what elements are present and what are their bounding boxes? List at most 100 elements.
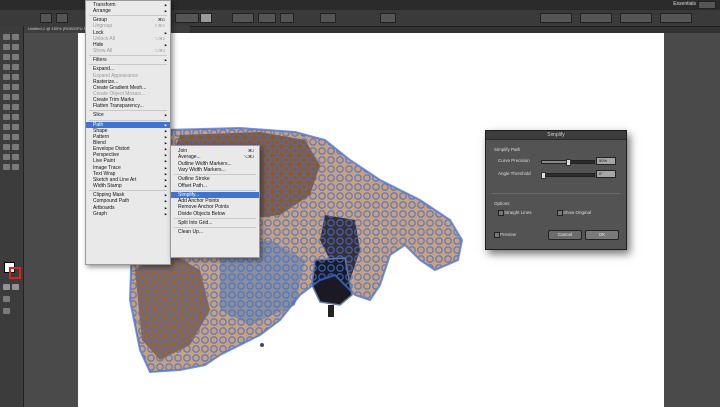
width-tool-icon[interactable] (3, 104, 10, 110)
style-field[interactable] (258, 13, 276, 23)
menu-item-filters[interactable]: Filters ▶ (86, 57, 170, 63)
menu-item-rasterize[interactable]: Rasterize... (86, 79, 170, 85)
paintbrush-tool-icon[interactable] (12, 74, 19, 80)
gradient-mode-icon[interactable] (12, 284, 19, 290)
menu-item-flatten-transparency[interactable]: Flatten Transparency... (86, 103, 170, 109)
eyedropper-tool-icon[interactable] (3, 134, 10, 140)
menu-item-text-wrap[interactable]: Text Wrap ▶ (86, 171, 170, 177)
pencil-tool-icon[interactable] (3, 84, 10, 90)
angle-threshold-handle[interactable] (541, 172, 546, 179)
fill-swatch[interactable] (40, 13, 52, 23)
opacity-field[interactable] (280, 13, 294, 23)
artboard-tool-icon[interactable] (3, 154, 10, 160)
menu-item-width-stamp[interactable]: Width Stamp ▶ (86, 183, 170, 189)
stroke-color-icon[interactable] (9, 267, 21, 279)
menu-item-join[interactable]: Join ⌘J (171, 148, 259, 154)
menu-item-create-trim-marks[interactable]: Create Trim Marks (86, 97, 170, 103)
rotate-tool-icon[interactable] (3, 94, 10, 100)
brush-field[interactable] (232, 13, 254, 23)
menu-item-remove-anchor-points[interactable]: Remove Anchor Points (171, 204, 259, 210)
draw-mode-icon[interactable] (3, 296, 10, 302)
menu-item-clipping-mask[interactable]: Clipping Mask ▶ (86, 192, 170, 198)
menu-item-ungroup: Ungroup ⇧⌘G (86, 23, 170, 29)
stroke-weight-field[interactable] (175, 13, 199, 23)
submenu-arrow-icon: ▶ (164, 159, 167, 164)
search-input[interactable] (698, 1, 716, 9)
menu-item-slice[interactable]: Slice ▶ (86, 112, 170, 118)
lasso-tool-icon[interactable] (12, 44, 19, 50)
menu-separator (174, 189, 256, 191)
menu-item-path[interactable]: Path ▶ (86, 121, 170, 128)
color-mode-icon[interactable] (3, 284, 10, 290)
mesh-tool-icon[interactable] (3, 124, 10, 130)
y-field[interactable] (580, 13, 612, 23)
curvature-tool-icon[interactable] (12, 54, 19, 60)
menu-item-divide-objects-below[interactable]: Divide Objects Below (171, 211, 259, 217)
eraser-tool-icon[interactable] (12, 84, 19, 90)
type-tool-icon[interactable] (3, 64, 10, 70)
scale-tool-icon[interactable] (12, 94, 19, 100)
free-transform-tool-icon[interactable] (12, 104, 19, 110)
pen-tool-icon[interactable] (3, 54, 10, 60)
menu-item-graph[interactable]: Graph ▶ (86, 211, 170, 217)
angle-threshold-field[interactable]: 0° (596, 170, 616, 178)
menu-item-compound-path[interactable]: Compound Path ▶ (86, 198, 170, 204)
variable-width-field[interactable] (200, 13, 212, 23)
shape-builder-tool-icon[interactable] (3, 114, 10, 120)
dialog-title-bar[interactable]: Simplify (486, 131, 626, 140)
menu-item-simplify[interactable]: Simplify... (171, 191, 259, 198)
menu-item-live-paint[interactable]: Live Paint ▶ (86, 158, 170, 164)
menu-item-image-trace[interactable]: Image Trace ▶ (86, 165, 170, 171)
symbol-sprayer-tool-icon[interactable] (3, 144, 10, 150)
curve-precision-handle[interactable] (566, 159, 571, 166)
ok-button[interactable]: OK (585, 230, 619, 240)
x-field[interactable] (540, 13, 572, 23)
zoom-tool-icon[interactable] (12, 164, 19, 170)
curve-precision-field[interactable]: 50% (596, 157, 616, 165)
transform-button[interactable] (380, 13, 396, 23)
stroke-swatch[interactable] (56, 13, 68, 23)
gradient-tool-icon[interactable] (12, 124, 19, 130)
menu-item-arrange[interactable]: Arrange ▶ (86, 8, 170, 14)
menu-item-shape[interactable]: Shape ▶ (86, 128, 170, 134)
angle-threshold-slider[interactable] (541, 172, 595, 179)
menu-separator (89, 55, 167, 57)
menu-item-sketch-and-line-art[interactable]: Sketch and Line Art ▶ (86, 177, 170, 183)
perspective-grid-tool-icon[interactable] (12, 114, 19, 120)
menu-item-artboards[interactable]: Artboards ▶ (86, 205, 170, 211)
menu-item-add-anchor-points[interactable]: Add Anchor Points (171, 198, 259, 204)
slice-tool-icon[interactable] (12, 154, 19, 160)
selection-tool-icon[interactable] (3, 34, 10, 40)
hand-tool-icon[interactable] (3, 164, 10, 170)
menu-item-average[interactable]: Average... ⌥⌘J (171, 154, 259, 160)
height-field[interactable] (660, 13, 692, 23)
workspace-switcher[interactable]: Essentials (673, 1, 696, 7)
menu-item-group[interactable]: Group ⌘G (86, 17, 170, 23)
menu-item-vary-width-markers[interactable]: Vary Width Markers... (171, 167, 259, 173)
menu-item-perspective[interactable]: Perspective ▶ (86, 152, 170, 158)
menu-item-outline-stroke[interactable]: Outline Stroke (171, 176, 259, 182)
width-field[interactable] (620, 13, 652, 23)
menu-item-lock[interactable]: Lock ▶ (86, 30, 170, 36)
screen-mode-icon[interactable] (3, 308, 10, 314)
line-tool-icon[interactable] (12, 64, 19, 70)
menu-item-outline-width-markers[interactable]: Outline Width Markers... (171, 161, 259, 167)
blend-tool-icon[interactable] (12, 134, 19, 140)
direct-selection-tool-icon[interactable] (12, 34, 19, 40)
menu-item-hide[interactable]: Hide ▶ (86, 42, 170, 48)
rectangle-tool-icon[interactable] (3, 74, 10, 80)
menu-item-expand[interactable]: Expand... (86, 66, 170, 72)
menu-item-blend[interactable]: Blend ▶ (86, 140, 170, 146)
cancel-button[interactable]: Cancel (548, 230, 582, 240)
menu-item-split-into-grid[interactable]: Split Into Grid... (171, 220, 259, 226)
menu-item-offset-path[interactable]: Offset Path... (171, 183, 259, 189)
column-graph-tool-icon[interactable] (12, 144, 19, 150)
menu-item-clean-up[interactable]: Clean Up... (171, 229, 259, 235)
align-button[interactable] (320, 13, 336, 23)
menu-item-pattern[interactable]: Pattern ▶ (86, 134, 170, 140)
curve-precision-slider[interactable] (541, 159, 595, 166)
magic-wand-tool-icon[interactable] (3, 44, 10, 50)
menu-item-transform[interactable]: Transform ▶ (86, 2, 170, 8)
menu-item-envelope-distort[interactable]: Envelope Distort ▶ (86, 146, 170, 152)
menu-item-create-gradient-mesh[interactable]: Create Gradient Mesh... (86, 85, 170, 91)
